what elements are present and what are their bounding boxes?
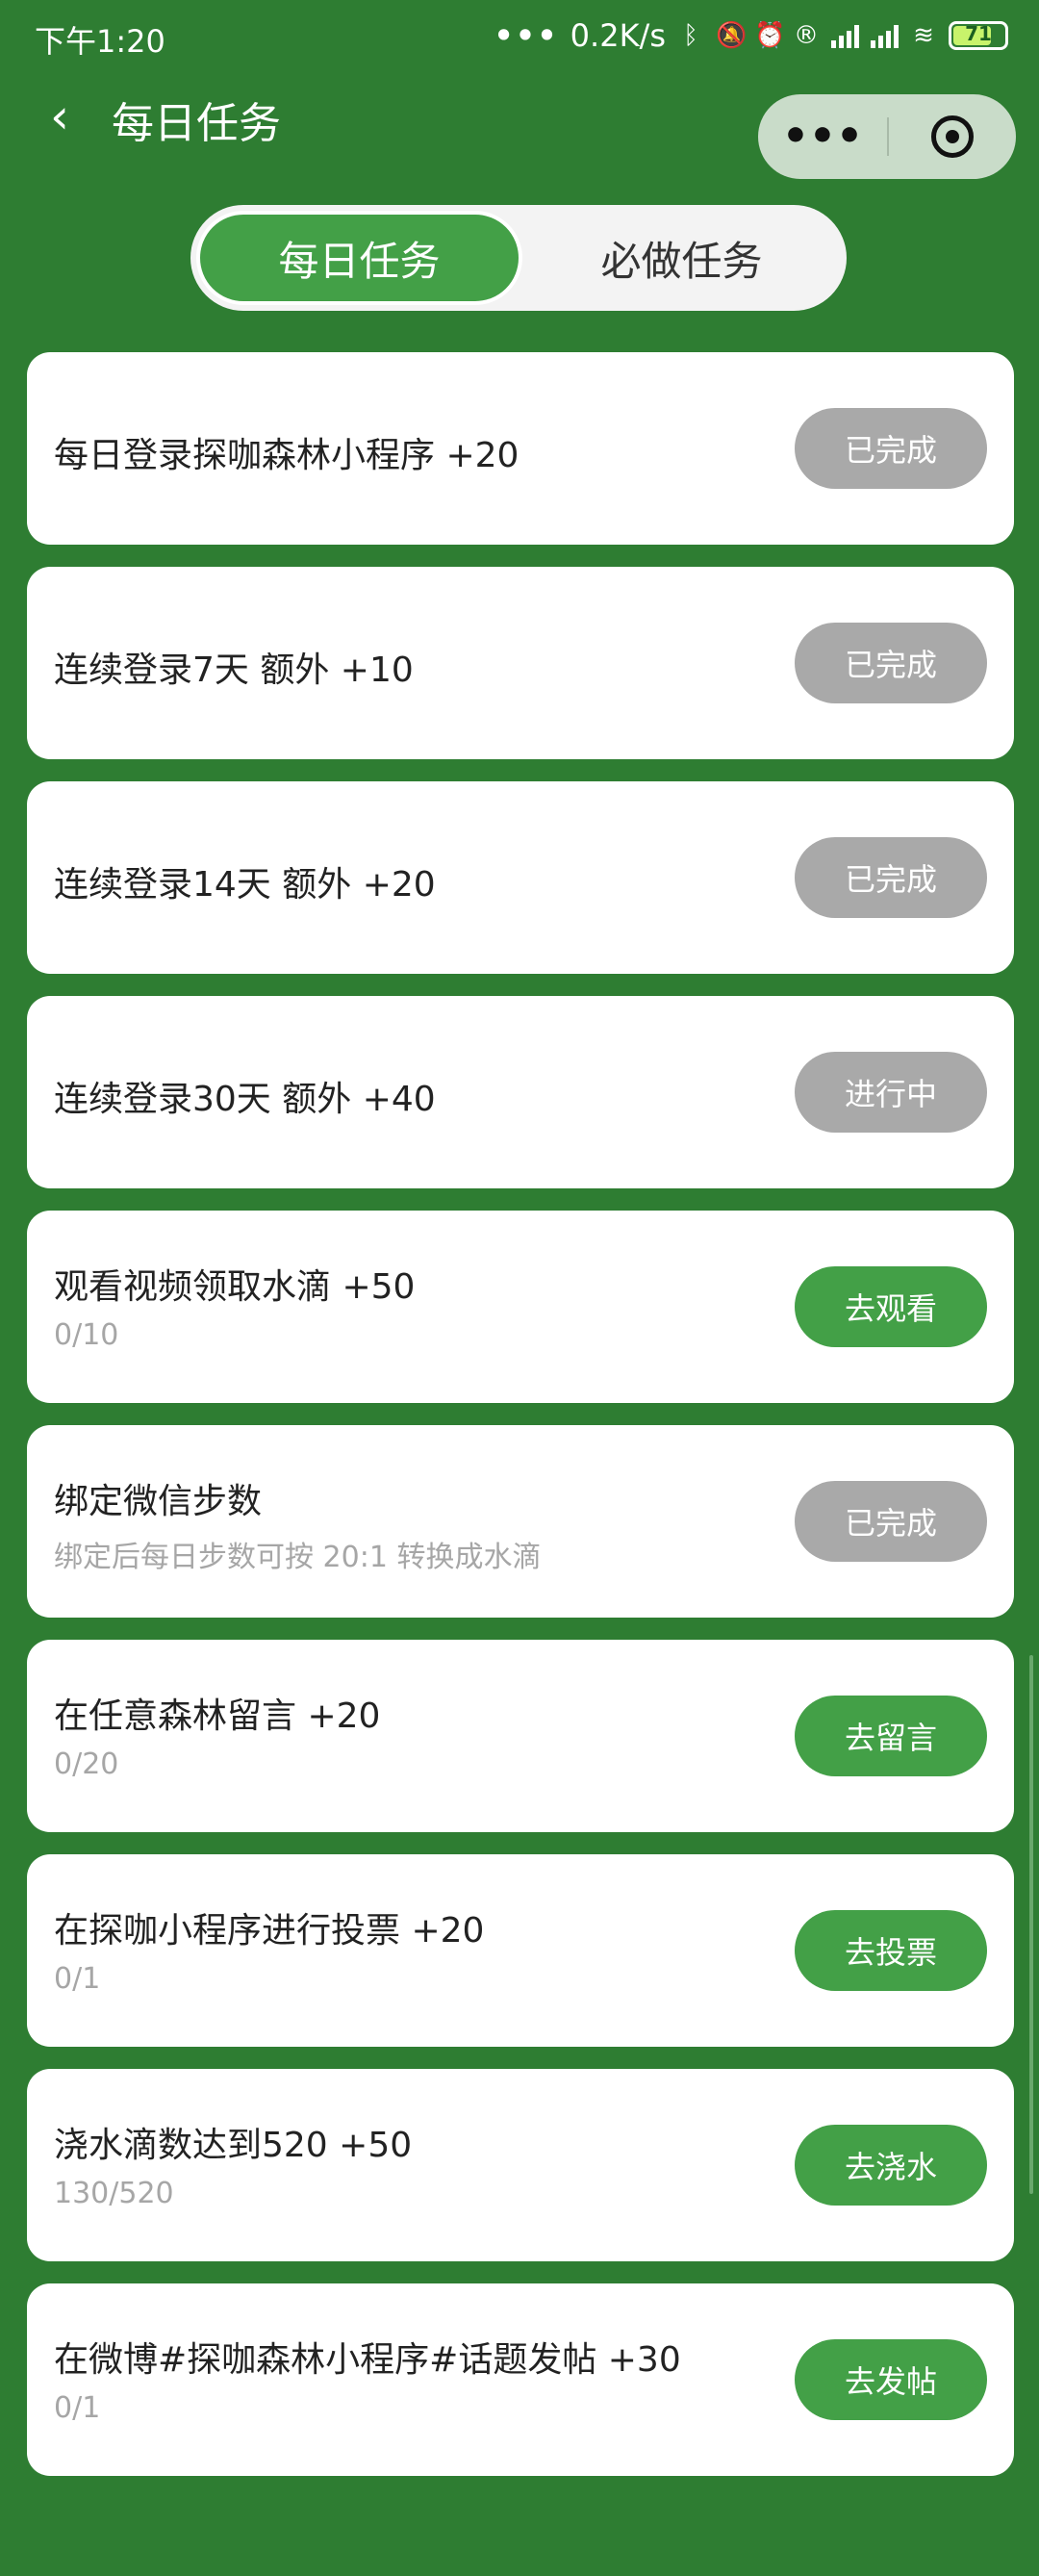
signal-icon-2 <box>871 23 899 48</box>
nav-bar: ‹ 每日任务 ••• <box>0 75 1039 181</box>
task-title: 连续登录30天 额外 +40 <box>54 1080 436 1119</box>
task-tabs: 每日任务 必做任务 <box>190 205 847 311</box>
task-progress: 0/1 <box>54 1962 101 1996</box>
task-title: 观看视频领取水滴 +50 <box>54 1267 416 1307</box>
task-action-button[interactable]: 已完成 <box>795 408 987 489</box>
task-progress: 0/10 <box>54 1318 119 1352</box>
task-action-button[interactable]: 已完成 <box>795 837 987 918</box>
battery-icon: 71 <box>949 21 1008 50</box>
tab-daily-tasks[interactable]: 每日任务 <box>196 211 522 305</box>
task-progress: 0/1 <box>54 2391 101 2425</box>
more-options-icon[interactable]: ••• <box>758 94 887 179</box>
notification-dots-icon: ••• <box>494 17 559 54</box>
task-action-button[interactable]: 去投票 <box>795 1910 987 1991</box>
registered-icon: ® <box>794 21 819 50</box>
bluetooth-icon: ᛒ <box>683 21 698 50</box>
mini-program-capsule: ••• <box>758 94 1016 179</box>
task-card: 连续登录30天 额外 +40 进行中 <box>27 996 1014 1188</box>
task-card: 观看视频领取水滴 +50 0/10 去观看 <box>27 1211 1014 1403</box>
task-title: 连续登录14天 额外 +20 <box>54 865 436 905</box>
task-action-button[interactable]: 去发帖 <box>795 2339 987 2420</box>
task-action-button[interactable]: 进行中 <box>795 1052 987 1133</box>
task-description: 绑定后每日步数可按 20:1 转换成水滴 <box>54 1541 542 1574</box>
task-card: 每日登录探咖森林小程序 +20 已完成 <box>27 352 1014 545</box>
net-speed: 0.2K/s <box>570 17 666 54</box>
task-card: 绑定微信步数 绑定后每日步数可按 20:1 转换成水滴 已完成 <box>27 1425 1014 1618</box>
mute-icon: 🔕 <box>716 21 748 50</box>
task-card: 连续登录14天 额外 +20 已完成 <box>27 781 1014 974</box>
task-action-button[interactable]: 已完成 <box>795 623 987 703</box>
task-action-button[interactable]: 去浇水 <box>795 2125 987 2206</box>
scrollbar[interactable] <box>1029 1655 1033 2194</box>
chevron-left-icon[interactable]: ‹ <box>50 89 69 144</box>
task-list: 每日登录探咖森林小程序 +20 已完成 连续登录7天 额外 +10 已完成 连续… <box>27 352 1014 2498</box>
task-title: 绑定微信步数 <box>54 1482 263 1521</box>
status-icons: ••• 0.2K/s ᛒ 🔕 ⏰ ® ≋ 71 <box>494 17 1008 54</box>
task-action-button[interactable]: 去观看 <box>795 1266 987 1347</box>
task-card: 在任意森林留言 +20 0/20 去留言 <box>27 1640 1014 1832</box>
task-progress: 130/520 <box>54 2177 174 2210</box>
status-bar: 下午1:20 ••• 0.2K/s ᛒ 🔕 ⏰ ® ≋ 71 <box>0 0 1039 75</box>
task-title: 在探咖小程序进行投票 +20 <box>54 1911 485 1951</box>
task-title: 连续登录7天 额外 +10 <box>54 650 414 690</box>
page-title: 每日任务 <box>112 99 281 148</box>
battery-level: 71 <box>965 22 992 45</box>
task-title: 在任意森林留言 +20 <box>54 1696 381 1736</box>
task-card: 浇水滴数达到520 +50 130/520 去浇水 <box>27 2069 1014 2261</box>
task-progress: 0/20 <box>54 1747 119 1781</box>
task-action-button[interactable]: 已完成 <box>795 1481 987 1562</box>
task-card: 连续登录7天 额外 +10 已完成 <box>27 567 1014 759</box>
status-time: 下午1:20 <box>35 23 165 60</box>
task-card: 在微博#探咖森林小程序#话题发帖 +30 0/1 去发帖 <box>27 2283 1014 2476</box>
task-title: 浇水滴数达到520 +50 <box>54 2126 413 2165</box>
tab-required-tasks[interactable]: 必做任务 <box>522 211 841 305</box>
alarm-icon: ⏰ <box>754 21 786 50</box>
close-mini-program-button[interactable] <box>889 115 1016 158</box>
task-card: 在探咖小程序进行投票 +20 0/1 去投票 <box>27 1854 1014 2047</box>
task-action-button[interactable]: 去留言 <box>795 1696 987 1776</box>
signal-icon <box>831 23 859 48</box>
target-icon <box>931 115 974 158</box>
wifi-icon: ≋ <box>913 21 934 50</box>
task-title: 每日登录探咖森林小程序 +20 <box>54 436 520 475</box>
task-title: 在微博#探咖森林小程序#话题发帖 +30 <box>54 2340 681 2380</box>
